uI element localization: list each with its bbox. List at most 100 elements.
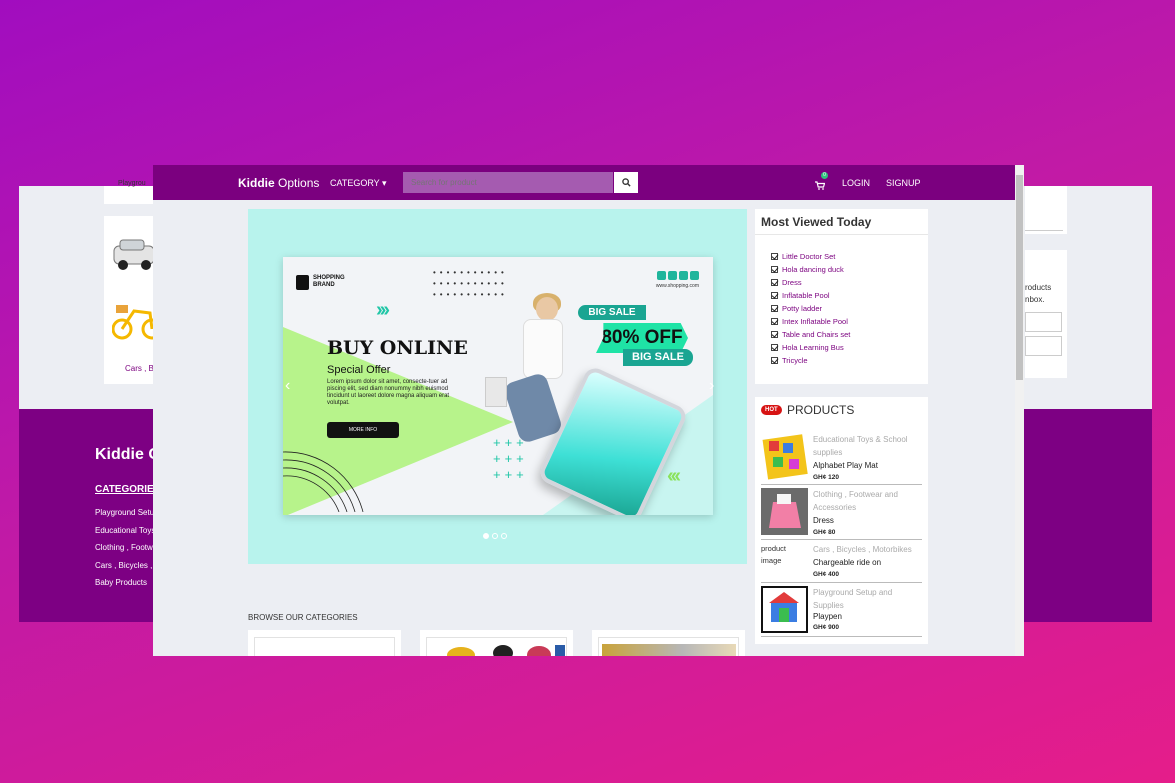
- banner-website: www.shopping.com: [655, 283, 699, 289]
- product-image-alt[interactable]: product image: [761, 543, 808, 567]
- most-viewed-link[interactable]: Tricycle: [782, 356, 808, 365]
- category-preview-image: [447, 645, 565, 656]
- footer-category-link[interactable]: Cars , Bicycles ,: [95, 557, 159, 575]
- background-category-card[interactable]: Cars , B: [104, 216, 158, 384]
- most-viewed-panel: Most Viewed Today Little Doctor Set Hola…: [755, 209, 928, 384]
- product-image[interactable]: [761, 488, 808, 535]
- list-item[interactable]: Little Doctor Set: [771, 250, 850, 263]
- search-icon: [621, 178, 631, 187]
- browse-categories-heading: BROWSE OUR CATEGORIES: [248, 613, 358, 622]
- banner-logo-line: SHOPPING: [313, 275, 345, 281]
- background-category-caption[interactable]: Cars , B: [125, 364, 154, 373]
- checkbox-icon: [771, 305, 778, 312]
- checkbox-icon: [771, 279, 778, 286]
- list-item[interactable]: Dress: [771, 276, 850, 289]
- checkbox-icon: [771, 253, 778, 260]
- list-item[interactable]: Table and Chairs set: [771, 328, 850, 341]
- shopping-bag-image: [485, 377, 507, 407]
- list-item[interactable]: Intex Inflatable Pool: [771, 315, 850, 328]
- list-item[interactable]: Inflatable Pool: [771, 289, 850, 302]
- social-icons: [657, 271, 699, 280]
- most-viewed-link[interactable]: Potty ladder: [782, 304, 822, 313]
- hot-product-item[interactable]: Educational Toys & School supplies Alpha…: [761, 433, 922, 485]
- product-category[interactable]: Educational Toys & School supplies: [813, 433, 923, 459]
- brand-name-bold: Kiddie: [238, 176, 275, 190]
- most-viewed-link[interactable]: Hola dancing duck: [782, 265, 844, 274]
- product-image[interactable]: [761, 586, 808, 633]
- product-image[interactable]: [761, 433, 808, 480]
- checkbox-icon: [771, 318, 778, 325]
- product-price: GH¢ 80: [813, 529, 836, 536]
- main-window: Kiddie Options CATEGORY ▾ 0 LOGIN SIGNUP: [153, 165, 1024, 656]
- footer-category-link[interactable]: Educational Toys: [95, 522, 159, 540]
- most-viewed-title: Most Viewed Today: [761, 215, 872, 229]
- carousel-indicator[interactable]: [501, 533, 507, 539]
- scrollbar[interactable]: [1015, 165, 1024, 656]
- background-input[interactable]: [1025, 312, 1062, 332]
- carousel-next-icon[interactable]: ›: [709, 377, 714, 395]
- most-viewed-link[interactable]: Table and Chairs set: [782, 330, 850, 339]
- product-name[interactable]: Dress: [813, 516, 834, 525]
- divider: [755, 234, 928, 235]
- hot-product-item[interactable]: Clothing , Footwear and Accessories Dres…: [761, 488, 922, 540]
- footer-category-link[interactable]: Baby Products: [95, 574, 159, 592]
- product-name[interactable]: Playpen: [813, 612, 842, 621]
- category-card-frame: [254, 637, 395, 656]
- big-sale-tag: BIG SALE: [623, 349, 693, 366]
- signup-link[interactable]: SIGNUP: [886, 178, 921, 188]
- hot-products-title: PRODUCTS: [787, 403, 855, 417]
- product-category[interactable]: Clothing , Footwear and Accessories: [813, 488, 923, 514]
- navbar: Kiddie Options CATEGORY ▾ 0 LOGIN SIGNUP: [153, 165, 1015, 200]
- hot-product-item[interactable]: Playground Setup and Supplies Playpen GH…: [761, 586, 922, 637]
- most-viewed-link[interactable]: Hola Learning Bus: [782, 343, 844, 352]
- banner-slide[interactable]: SHOPPING BRAND ••••••••••• ••••••••••• •••…: [283, 257, 713, 515]
- search-button[interactable]: [614, 172, 638, 193]
- list-item[interactable]: Hola dancing duck: [771, 263, 850, 276]
- footer-category-link[interactable]: Playground Setup: [95, 504, 159, 522]
- most-viewed-link[interactable]: Dress: [782, 278, 802, 287]
- background-right-text: nbox.: [1025, 295, 1045, 304]
- category-card[interactable]: [248, 630, 401, 656]
- footer-categories-heading: CATEGORIE: [95, 484, 154, 495]
- category-card-frame: [598, 637, 739, 656]
- carousel-indicator[interactable]: [492, 533, 498, 539]
- product-price: GH¢ 400: [813, 571, 840, 578]
- footer-category-list: Playground Setup Educational Toys Clothi…: [95, 504, 159, 592]
- scrollbar-thumb[interactable]: [1016, 175, 1023, 380]
- background-card: Playgrou: [104, 180, 154, 204]
- cart-button[interactable]: 0: [815, 172, 828, 195]
- most-viewed-link[interactable]: Intex Inflatable Pool: [782, 317, 848, 326]
- footer-category-link[interactable]: Clothing , Footwe: [95, 539, 159, 557]
- cart-count-badge: 0: [821, 172, 828, 179]
- carousel-prev-icon[interactable]: ‹: [285, 377, 290, 395]
- hot-product-item[interactable]: product image Cars , Bicycles , Motorbik…: [761, 543, 922, 583]
- banner-logo: SHOPPING BRAND: [313, 275, 345, 289]
- product-category[interactable]: Cars , Bicycles , Motorbikes: [813, 543, 923, 556]
- search-input[interactable]: [403, 172, 613, 193]
- login-link[interactable]: LOGIN: [842, 178, 870, 188]
- most-viewed-link[interactable]: Little Doctor Set: [782, 252, 835, 261]
- most-viewed-link[interactable]: Inflatable Pool: [782, 291, 830, 300]
- list-item[interactable]: Potty ladder: [771, 302, 850, 315]
- hot-badge: HOT: [761, 405, 782, 415]
- shopping-bag-icon: [296, 275, 309, 290]
- background-right-form: roducts nbox.: [1025, 250, 1067, 378]
- category-dropdown[interactable]: CATEGORY ▾: [330, 178, 387, 189]
- brand-logo[interactable]: Kiddie Options: [238, 176, 319, 190]
- list-item[interactable]: Tricycle: [771, 354, 850, 367]
- background-input[interactable]: [1025, 336, 1062, 356]
- category-card[interactable]: [420, 630, 573, 656]
- checkbox-icon: [771, 292, 778, 299]
- model-body: [523, 319, 563, 379]
- carousel-indicator[interactable]: [483, 533, 489, 539]
- background-right-card: [1025, 186, 1067, 234]
- list-item[interactable]: Hola Learning Bus: [771, 341, 850, 354]
- product-category[interactable]: Playground Setup and Supplies: [813, 586, 923, 612]
- checkbox-icon: [771, 357, 778, 364]
- whatsapp-icon: [690, 271, 699, 280]
- product-name[interactable]: Alphabet Play Mat: [813, 461, 878, 470]
- product-name[interactable]: Chargeable ride on: [813, 558, 881, 567]
- footer-brand: Kiddie O: [95, 446, 161, 463]
- category-card[interactable]: [592, 630, 745, 656]
- plus-pattern: +++ +++ +++: [493, 435, 528, 482]
